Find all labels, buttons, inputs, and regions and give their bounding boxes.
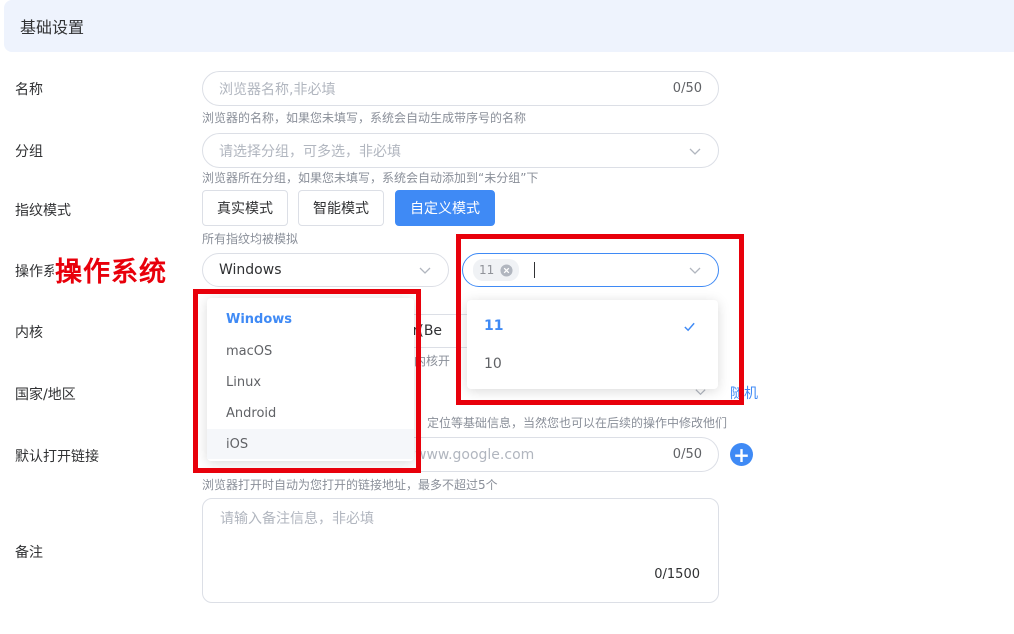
name-label: 名称 bbox=[15, 82, 43, 98]
notes-label: 备注 bbox=[15, 545, 43, 561]
group-select[interactable]: 请选择分组，可多选，非必填 bbox=[202, 133, 719, 168]
version-tag: 11 bbox=[473, 259, 520, 281]
group-label: 分组 bbox=[15, 144, 43, 160]
check-icon bbox=[684, 322, 695, 331]
notes-placeholder: 请输入备注信息，非必填 bbox=[220, 511, 374, 527]
version-dropdown: 11 10 bbox=[467, 300, 718, 389]
group-placeholder: 请选择分组，可多选，非必填 bbox=[219, 143, 401, 160]
name-input[interactable]: 浏览器名称,非必填 0/50 bbox=[202, 71, 719, 106]
random-link[interactable]: 随机 bbox=[730, 383, 758, 403]
name-placeholder: 浏览器名称,非必填 bbox=[219, 81, 336, 98]
os-dropdown: Windows macOS Linux Android iOS bbox=[207, 298, 414, 461]
group-hint: 浏览器所在分组，如果您未填写，系统会自动添加到“未分组”下 bbox=[202, 171, 539, 185]
kernel-label: 内核 bbox=[15, 325, 43, 341]
default-url-placeholder: www.google.com bbox=[415, 446, 535, 463]
name-hint: 浏览器的名称，如果您未填写，系统会自动生成带序号的名称 bbox=[202, 111, 527, 125]
version-tag-label: 11 bbox=[479, 263, 495, 277]
default-url-hint: 浏览器打开时自动为您打开的链接地址，最多不超过5个 bbox=[202, 478, 498, 492]
os-label: 操作系 bbox=[15, 264, 57, 280]
mode-smart-button[interactable]: 智能模式 bbox=[298, 190, 384, 226]
os-selected-value: Windows bbox=[219, 262, 282, 278]
os-select[interactable]: Windows bbox=[202, 253, 449, 287]
section-title: 基础设置 bbox=[20, 18, 85, 37]
mode-real-button[interactable]: 真实模式 bbox=[202, 190, 288, 226]
mode-custom-button[interactable]: 自定义模式 bbox=[395, 190, 495, 226]
default-url-input[interactable]: www.google.com 0/50 bbox=[395, 437, 719, 472]
default-url-label: 默认打开链接 bbox=[15, 449, 99, 465]
kernel-hint: 内核开 bbox=[414, 354, 451, 368]
os-option-ios[interactable]: iOS bbox=[207, 429, 414, 459]
chevron-down-icon bbox=[689, 148, 701, 155]
notes-counter: 0/1500 bbox=[654, 567, 700, 582]
version-option-10[interactable]: 10 bbox=[467, 348, 718, 380]
notes-textarea[interactable]: 请输入备注信息，非必填 0/1500 bbox=[202, 498, 719, 603]
version-option-11[interactable]: 11 bbox=[467, 310, 718, 342]
os-option-windows[interactable]: Windows bbox=[207, 306, 414, 332]
os-option-linux[interactable]: Linux bbox=[207, 369, 414, 395]
plus-circle-icon[interactable]: + bbox=[730, 443, 753, 466]
version-option-11-label: 11 bbox=[484, 318, 504, 334]
text-cursor bbox=[534, 262, 536, 278]
os-option-android[interactable]: Android bbox=[207, 400, 414, 426]
close-circle-icon[interactable] bbox=[500, 263, 513, 277]
section-header: 基础设置 bbox=[4, 0, 1014, 52]
os-option-macos[interactable]: macOS bbox=[207, 338, 414, 364]
os-version-select[interactable]: 11 bbox=[462, 253, 719, 287]
chevron-down-icon bbox=[419, 267, 431, 274]
country-label: 国家/地区 bbox=[15, 387, 76, 403]
chevron-down-icon bbox=[689, 267, 701, 274]
fingerprint-hint: 所有指纹均被模拟 bbox=[202, 232, 299, 246]
default-url-counter: 0/50 bbox=[672, 447, 702, 462]
fingerprint-label: 指纹模式 bbox=[15, 203, 71, 219]
annotation-label: 操作系统 bbox=[55, 257, 167, 288]
name-counter: 0/50 bbox=[672, 81, 702, 96]
country-hint: 定位等基础信息，当然您也可以在后续的操作中修改他们 bbox=[427, 416, 728, 430]
